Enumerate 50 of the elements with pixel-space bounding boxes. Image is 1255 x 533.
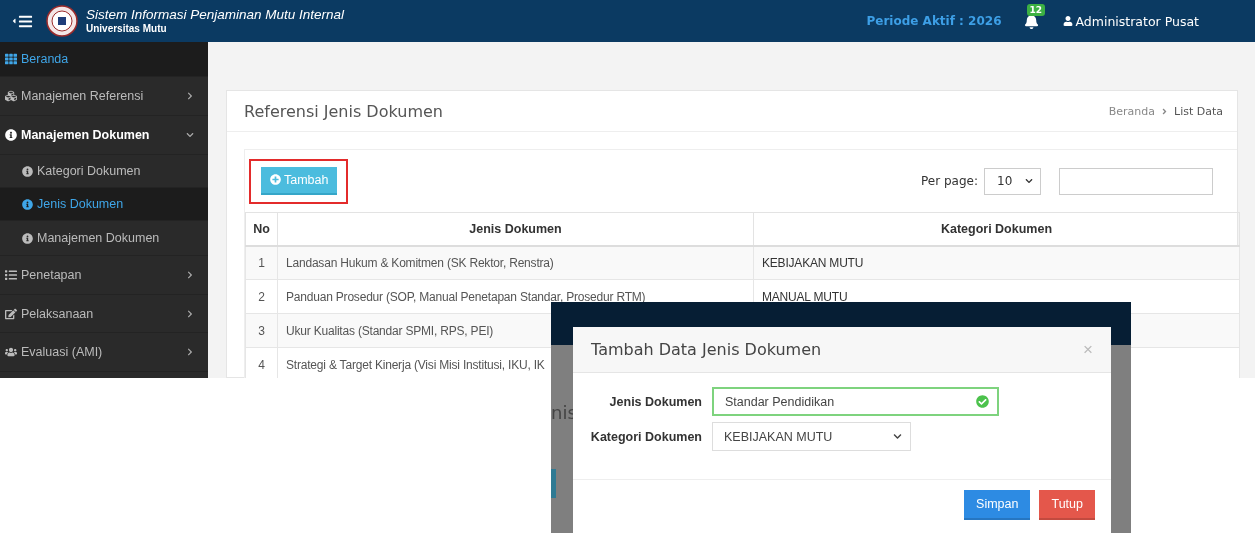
cubes-icon [5, 90, 17, 102]
select-field[interactable]: KEBIJAKAN MUTU [712, 422, 911, 451]
info-icon [22, 198, 33, 210]
chevron-icon [186, 309, 194, 318]
users-icon [5, 346, 17, 358]
bell-icon[interactable] [1023, 13, 1039, 29]
field-label: Jenis Dokumen [608, 394, 703, 409]
caret-icon [1025, 177, 1033, 185]
notification-badge: 12 [1026, 3, 1046, 16]
edit-icon [5, 307, 17, 320]
chevron-icon [186, 131, 194, 139]
app-subtitle: Universitas Mutu [86, 23, 168, 35]
table-cell: 1 [245, 245, 278, 280]
logo-icon [46, 5, 78, 37]
column-header: No [245, 212, 278, 246]
breadcrumb-link[interactable]: Beranda [1108, 104, 1155, 118]
chevron-icon [186, 348, 194, 356]
table-cell: 4 [245, 347, 278, 378]
chevron-icon [186, 271, 194, 279]
table-cell: KEBIJAKAN MUTU [753, 245, 1240, 280]
check-icon [976, 395, 989, 408]
table-cell: 2 [245, 279, 278, 314]
column-header: Jenis Dokumen [277, 212, 754, 246]
grid-icon [5, 53, 17, 65]
table-cell: 3 [245, 313, 278, 348]
user-menu[interactable]: Administrator Pusat [1062, 13, 1199, 29]
info-icon [5, 129, 17, 141]
input-field[interactable]: Standar Pendidikan [712, 387, 999, 416]
active-period: Periode Aktif : 2026 [866, 14, 1002, 28]
search-field[interactable] [1059, 167, 1213, 195]
per-page-select[interactable]: 10 [984, 167, 1041, 195]
column-header: Kategori Dokumen [753, 212, 1240, 246]
sidebar-item[interactable]: Beranda [0, 42, 208, 77]
per-page-label: Per page: [921, 174, 978, 188]
app-title: Sistem Informasi Penjaminan Mutu Internal [86, 7, 345, 23]
list-icon [5, 269, 17, 281]
table-cell: Landasan Hukum & Komitmen (SK Rektor, Renstra) [277, 245, 754, 280]
sidebar-subitem[interactable]: Jenis Dokumen [0, 188, 208, 221]
plus-icon [270, 174, 281, 185]
chevron-icon [1160, 106, 1169, 116]
info-icon [22, 232, 33, 244]
info-icon [22, 165, 33, 177]
user-icon [1062, 16, 1073, 26]
caret-icon [893, 432, 902, 441]
close-button[interactable]: Tutup [1039, 490, 1095, 520]
field-label: Kategori Dokumen [589, 429, 703, 444]
breadcrumb-link[interactable]: List Data [1174, 104, 1223, 118]
save-button[interactable]: Simpan [964, 490, 1031, 520]
page-title: Referensi Jenis Dokumen [244, 101, 443, 121]
chevron-icon [186, 92, 194, 100]
